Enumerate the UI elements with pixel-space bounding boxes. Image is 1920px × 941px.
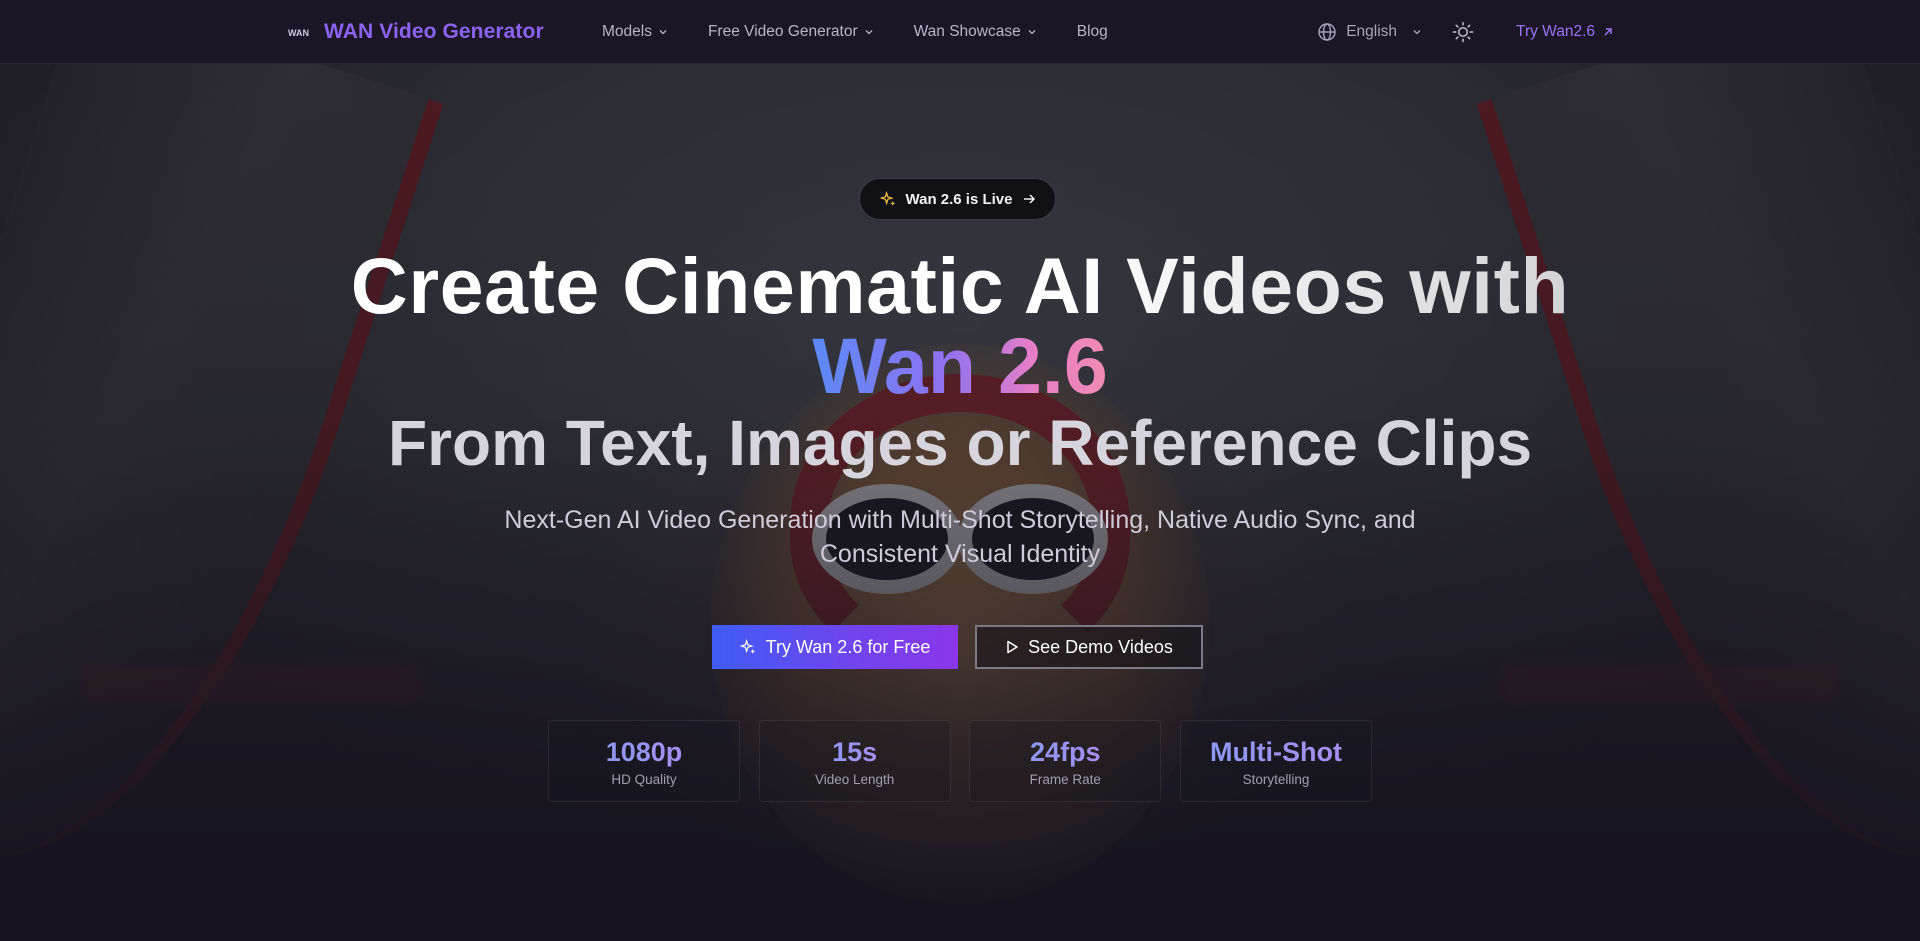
stat-card: 15s Video Length [758, 720, 951, 802]
nav-item-blog[interactable]: Blog [1077, 23, 1108, 41]
hero-subtitle: Next-Gen AI Video Generation with Multi-… [504, 506, 1416, 568]
chevron-down-icon [1028, 30, 1036, 35]
stat-value: Multi-Shot [1209, 736, 1342, 767]
top-navbar: WAN WAN Video Generator Models Free Vide… [0, 0, 1920, 64]
chevron-down-icon [1413, 30, 1421, 35]
nav-item-wan-showcase[interactable]: Wan Showcase [914, 23, 1037, 41]
see-demo-label: See Demo Videos [1028, 636, 1173, 657]
stat-label: Frame Rate [1029, 771, 1101, 787]
brand-home-link[interactable]: WAN WAN Video Generator [288, 17, 544, 47]
stat-value: 1080p [605, 736, 683, 767]
sparkles-icon [879, 190, 895, 206]
globe-icon [1318, 23, 1336, 41]
try-free-button[interactable]: Try Wan 2.6 for Free [712, 625, 958, 669]
brand-logo: WAN [288, 28, 309, 38]
badge-label: Wan 2.6 is Live [905, 190, 1013, 208]
arrow-right-icon [1023, 194, 1035, 204]
main-menu: Models Free Video Generator Wan Showcase… [602, 0, 1148, 64]
try-wan-link[interactable]: Try Wan2.6 [1516, 23, 1614, 41]
stat-value: 15s [832, 736, 878, 767]
see-demo-button[interactable]: See Demo Videos [975, 625, 1203, 669]
chevron-down-icon [865, 30, 873, 35]
svg-text:WAN: WAN [288, 28, 309, 38]
stat-label: Video Length [814, 771, 895, 787]
arrow-up-right-icon [1604, 28, 1612, 36]
nav-actions: English Try Wan2.6 [1317, 0, 1614, 64]
hero-title-highlight: Wan 2.6 [812, 321, 1108, 410]
feature-stats: 1080p HD Quality 15s Video Length 24fps … [548, 720, 1372, 802]
nav-item-label: Blog [1076, 23, 1108, 40]
hero-title-line3: From Text, Images or Reference Clips [387, 407, 1533, 479]
sun-icon[interactable] [1452, 21, 1474, 43]
nav-item-models[interactable]: Models [602, 23, 668, 41]
language-selector[interactable]: English [1317, 22, 1422, 42]
nav-item-label: Models [602, 23, 652, 40]
stat-card: Multi-Shot Storytelling [1179, 720, 1372, 802]
play-icon [1007, 640, 1018, 654]
hero-title: Create Cinematic AI Videos with [0, 242, 1920, 330]
chevron-down-icon [659, 30, 667, 35]
stat-value: 24fps [1030, 736, 1101, 767]
stat-label: Storytelling [1242, 771, 1310, 787]
stat-card: 1080p HD Quality [548, 720, 740, 802]
try-wan-label: Try Wan2.6 [1516, 23, 1595, 40]
try-free-label: Try Wan 2.6 for Free [765, 636, 931, 657]
stat-label: HD Quality [611, 771, 677, 787]
nav-item-label: Wan Showcase [913, 23, 1021, 40]
nav-item-label: Free Video Generator [707, 23, 858, 40]
release-badge[interactable]: Wan 2.6 is Live [859, 178, 1056, 220]
language-label: English [1346, 23, 1398, 40]
nav-item-free-video-generator[interactable]: Free Video Generator [708, 23, 874, 41]
sparkles-icon [739, 638, 755, 654]
brand-name: WAN Video Generator [324, 20, 544, 43]
stat-card: 24fps Frame Rate [969, 720, 1162, 802]
